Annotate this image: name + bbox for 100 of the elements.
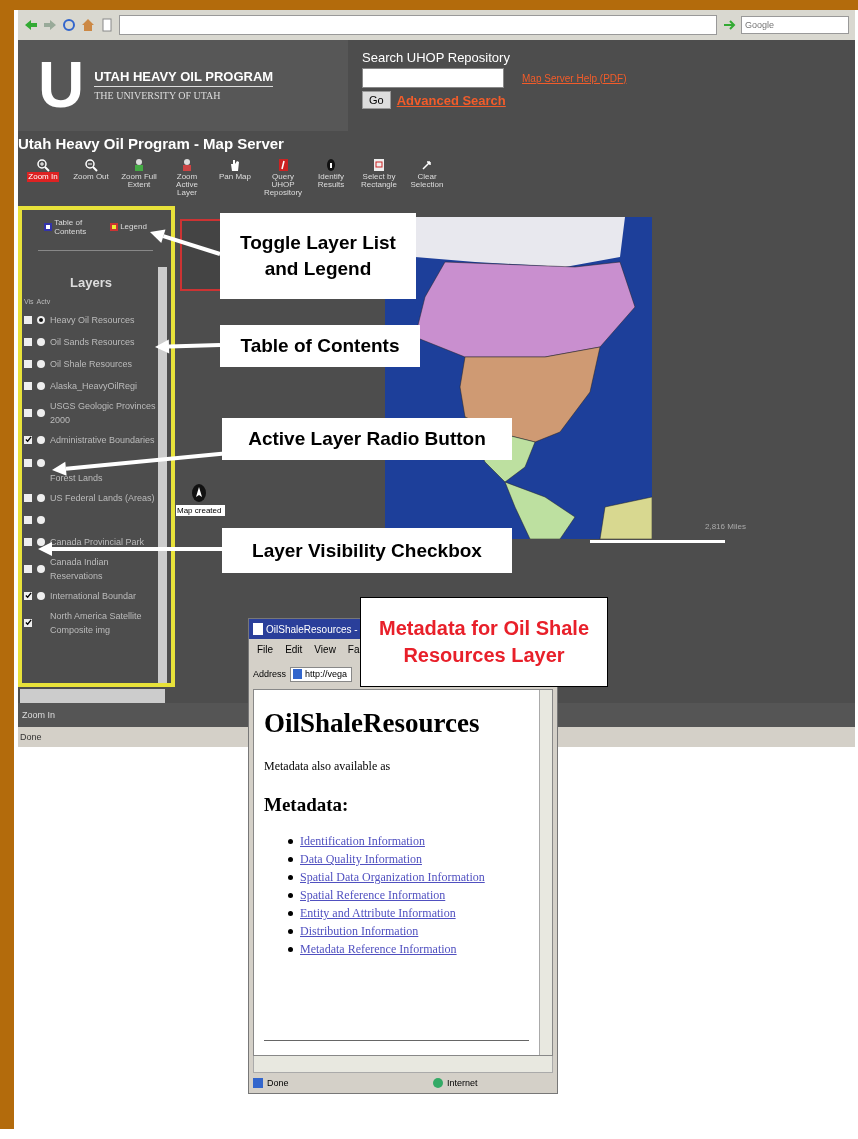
scrollbar[interactable] xyxy=(539,690,552,1055)
visibility-checkbox[interactable] xyxy=(24,316,32,324)
tool-button[interactable]: Zoom In xyxy=(20,156,66,206)
metadata-link[interactable]: Spatial Reference Information xyxy=(300,888,446,903)
layer-name: Administrative Boundaries xyxy=(50,434,155,447)
home-icon[interactable] xyxy=(81,18,95,32)
metadata-link[interactable]: Distribution Information xyxy=(300,924,419,939)
active-layer-radio[interactable] xyxy=(37,316,45,324)
bullet-icon xyxy=(288,893,293,898)
bullet-icon xyxy=(288,857,293,862)
tool-button[interactable]: Select by Rectangle xyxy=(356,156,402,206)
layer-name: Oil Sands Resources xyxy=(50,336,135,349)
visibility-checkbox[interactable] xyxy=(24,516,32,524)
active-layer-radio[interactable] xyxy=(37,494,45,502)
metadata-link[interactable]: Identification Information xyxy=(300,834,425,849)
visibility-checkbox[interactable] xyxy=(24,382,32,390)
layers-heading: Layers xyxy=(69,275,113,290)
layer-name: Forest Lands xyxy=(50,472,103,485)
metadata-link[interactable]: Entity and Attribute Information xyxy=(300,906,456,921)
layer-name: North America Satellite Composite img xyxy=(50,610,143,637)
active-layer-radio[interactable] xyxy=(37,538,45,546)
visibility-checkbox[interactable] xyxy=(24,494,32,502)
visibility-checkbox[interactable] xyxy=(24,565,32,573)
active-layer-radio[interactable] xyxy=(37,436,45,444)
bullet-icon xyxy=(288,911,293,916)
layer-name: Canada Indian Reservations xyxy=(50,556,110,583)
layer-name: Alaska_HeavyOilRegi xyxy=(50,380,138,393)
page-title: Utah Heavy Oil Program - Map Server xyxy=(18,133,285,154)
active-layer-radio[interactable] xyxy=(37,409,45,417)
address-field[interactable]: http://vega xyxy=(290,666,353,682)
active-layer-radio[interactable] xyxy=(37,338,45,346)
menu-item[interactable]: View xyxy=(314,643,336,655)
search-field[interactable]: Google xyxy=(741,16,849,34)
menu-item[interactable]: File xyxy=(257,643,274,655)
active-layer-radio[interactable] xyxy=(37,516,45,524)
page-icon xyxy=(253,1078,263,1088)
visibility-checkbox[interactable] xyxy=(24,538,32,546)
globe-icon xyxy=(433,1078,443,1088)
tool-button[interactable]: Zoom Out xyxy=(68,156,114,206)
square-icon xyxy=(110,223,119,231)
square-icon xyxy=(44,223,53,231)
active-layer-radio[interactable] xyxy=(37,360,45,368)
scrollbar[interactable] xyxy=(20,689,165,703)
document-icon[interactable] xyxy=(100,18,114,32)
layer-name: Canada Provincial Park xyxy=(50,536,145,549)
metadata-link[interactable]: Metadata Reference Information xyxy=(300,942,457,957)
hand-icon xyxy=(228,157,242,172)
visibility-checkbox[interactable] xyxy=(24,338,32,346)
callout-label: Layer Visibility Checkbox xyxy=(222,528,512,573)
tool-button[interactable]: Query UHOP Repository xyxy=(260,156,306,206)
go-arrow-icon[interactable] xyxy=(722,18,736,32)
scrollbar[interactable] xyxy=(253,1056,553,1073)
active-layer-radio[interactable] xyxy=(37,459,45,467)
scrollbar[interactable] xyxy=(158,267,167,683)
visibility-checkbox[interactable] xyxy=(24,619,32,627)
tool-button[interactable]: Zoom Full Extent xyxy=(116,156,162,206)
bullet-icon xyxy=(288,839,293,844)
tool-button[interactable]: Zoom Active Layer xyxy=(164,156,210,206)
page-icon xyxy=(253,623,263,635)
panel-tab[interactable]: Legend xyxy=(110,218,147,236)
bullet-icon xyxy=(288,875,293,880)
metadata-link[interactable]: Data Quality Information xyxy=(300,852,422,867)
forward-arrow-icon[interactable] xyxy=(43,18,57,32)
menu-item[interactable]: Fa xyxy=(347,643,360,655)
zone-label: Internet xyxy=(447,1078,478,1088)
pointer-arrow xyxy=(150,229,221,256)
go-button[interactable]: Go xyxy=(362,91,391,109)
callout-label: Metadata for Oil Shale Resources Layer xyxy=(360,597,608,687)
program-name: UTAH HEAVY OIL PROGRAM xyxy=(94,69,274,88)
search-label: Search UHOP Repository xyxy=(362,50,511,65)
layer-name: International Boundar xyxy=(50,590,137,603)
intro-text: Metadata also available as xyxy=(264,759,392,774)
active-layer-radio[interactable] xyxy=(37,592,45,600)
visibility-checkbox[interactable] xyxy=(24,459,32,467)
repository-search-field[interactable] xyxy=(362,68,504,88)
tool-button[interactable]: Pan Map xyxy=(212,156,258,206)
rectangle-icon xyxy=(372,157,386,172)
layer-name: USGS Geologic Provinces 2000 xyxy=(50,400,157,427)
active-layer-radio[interactable] xyxy=(37,565,45,573)
layer-name: Oil Shale Resources xyxy=(50,358,133,371)
panel-tab[interactable]: Table of Contents xyxy=(44,218,105,236)
visibility-checkbox[interactable] xyxy=(24,436,32,444)
tool-button[interactable]: Identify Results xyxy=(308,156,354,206)
document-icon xyxy=(276,157,290,172)
address-field[interactable] xyxy=(119,15,717,35)
callout-label: Toggle Layer List and Legend xyxy=(220,213,416,299)
refresh-icon[interactable] xyxy=(62,18,76,32)
address-label: Address xyxy=(253,669,287,679)
back-arrow-icon[interactable] xyxy=(24,18,38,32)
menu-item[interactable]: Edit xyxy=(285,643,303,655)
visibility-checkbox[interactable] xyxy=(24,409,32,417)
metadata-link[interactable]: Spatial Data Organization Information xyxy=(300,870,485,885)
tool-button[interactable]: Clear Selection xyxy=(404,156,450,206)
visibility-checkbox[interactable] xyxy=(24,360,32,368)
info-icon xyxy=(324,157,338,172)
map-credit: Map created xyxy=(176,505,226,516)
layer-name: US Federal Lands (Areas) xyxy=(50,492,155,505)
active-layer-radio[interactable] xyxy=(37,382,45,390)
logo-letter: U xyxy=(38,53,85,118)
visibility-checkbox[interactable] xyxy=(24,592,32,600)
